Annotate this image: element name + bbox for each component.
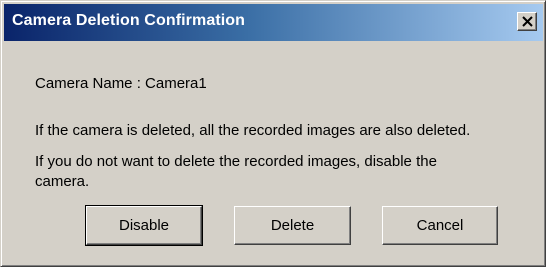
cancel-button[interactable]: Cancel (382, 206, 498, 245)
close-x-icon (522, 16, 533, 27)
disable-button[interactable]: Disable (85, 205, 203, 246)
title-bar[interactable]: Camera Deletion Confirmation (4, 4, 543, 41)
delete-button[interactable]: Delete (234, 206, 351, 245)
confirmation-dialog: Camera Deletion Confirmation Camera Name… (0, 0, 546, 267)
camera-name-text: Camera Name : Camera1 (35, 75, 207, 92)
close-button[interactable] (517, 12, 537, 31)
deletion-warning-text: If the camera is deleted, all the record… (35, 122, 471, 139)
disable-hint-text-line2: camera. (35, 173, 90, 190)
dialog-title: Camera Deletion Confirmation (12, 12, 246, 29)
disable-hint-text-line1: If you do not want to delete the recorde… (35, 153, 437, 170)
